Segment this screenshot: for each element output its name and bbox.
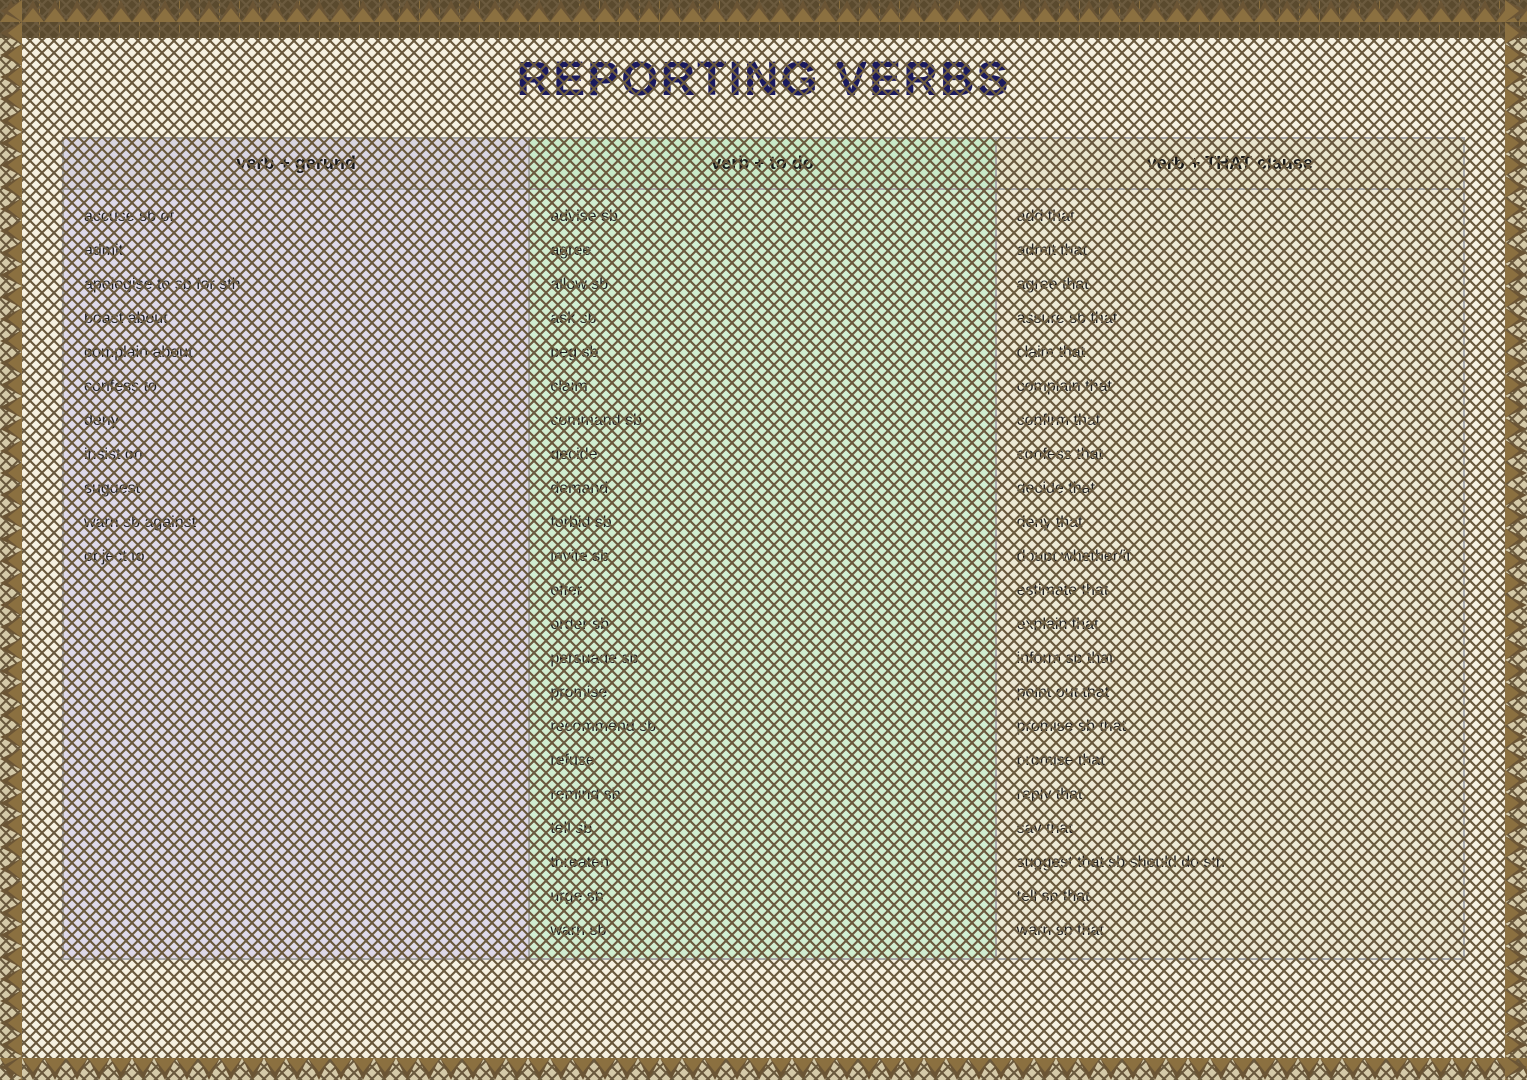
list-item: promise that: [1017, 744, 1443, 778]
list-item: threaten: [550, 846, 974, 880]
col-todo-body: advise sbagreeallow sbask sbbeg sbclaimc…: [530, 190, 996, 958]
list-item: assure sb that: [1017, 302, 1443, 336]
list-item: promise: [550, 676, 974, 710]
list-item: insist on: [84, 438, 508, 472]
list-item: remind sb: [550, 778, 974, 812]
list-item: inform sb that: [1017, 642, 1443, 676]
list-item: confirm that: [1017, 404, 1443, 438]
list-item: deny that: [1017, 506, 1443, 540]
list-item: claim that: [1017, 336, 1443, 370]
list-item: warn sb against: [84, 506, 508, 540]
list-item: admit that: [1017, 234, 1443, 268]
list-item: say that: [1017, 812, 1443, 846]
list-item: add that: [1017, 200, 1443, 234]
main-table: verb + gerund verb + to do verb + THAT c…: [62, 137, 1465, 960]
list-item: tell sb: [550, 812, 974, 846]
list-item: estimate that: [1017, 574, 1443, 608]
table-body: accuse sb ofadmitapologise to sb for sth…: [64, 190, 1463, 958]
outer-border: REPORTING VERBS verb + gerund verb + to …: [0, 0, 1527, 1080]
list-item: admit: [84, 234, 508, 268]
list-item: order sb: [550, 608, 974, 642]
list-item: refuse: [550, 744, 974, 778]
table-header: verb + gerund verb + to do verb + THAT c…: [64, 139, 1463, 190]
list-item: ask sb: [550, 302, 974, 336]
border-top-svg: [0, 0, 1527, 22]
list-item: suggest that sb should do sth: [1017, 846, 1443, 880]
list-item: warn sb that: [1017, 914, 1443, 948]
border-right-svg: [1505, 0, 1527, 1080]
list-item: reply that: [1017, 778, 1443, 812]
page-title: REPORTING VERBS: [516, 52, 1010, 107]
list-item: beg sb: [550, 336, 974, 370]
list-item: suggest: [84, 472, 508, 506]
list-item: deny: [84, 404, 508, 438]
list-item: demand: [550, 472, 974, 506]
list-item: apologise to sb for sth: [84, 268, 508, 302]
list-item: boast about: [84, 302, 508, 336]
list-item: recommend sb: [550, 710, 974, 744]
list-item: agree that: [1017, 268, 1443, 302]
list-item: allow sb: [550, 268, 974, 302]
list-item: invite sb: [550, 540, 974, 574]
list-item: persuade sb: [550, 642, 974, 676]
page-content: REPORTING VERBS verb + gerund verb + to …: [22, 22, 1505, 1058]
list-item: tell sb that: [1017, 880, 1443, 914]
col-gerund-body: accuse sb ofadmitapologise to sb for sth…: [64, 190, 530, 958]
list-item: urge sb: [550, 880, 974, 914]
list-item: promise sb that: [1017, 710, 1443, 744]
list-item: complain that: [1017, 370, 1443, 404]
list-item: agree: [550, 234, 974, 268]
list-item: confess to: [84, 370, 508, 404]
list-item: decide: [550, 438, 974, 472]
list-item: confess that: [1017, 438, 1443, 472]
list-item: warn sb: [550, 914, 974, 948]
border-bottom-svg: [0, 1058, 1527, 1080]
list-item: command sb: [550, 404, 974, 438]
list-item: point out that: [1017, 676, 1443, 710]
list-item: object to: [84, 540, 508, 574]
border-left-svg: [0, 0, 22, 1080]
col-header-that: verb + THAT clause: [997, 139, 1463, 188]
list-item: claim: [550, 370, 974, 404]
list-item: advise sb: [550, 200, 974, 234]
col-header-todo: verb + to do: [530, 139, 996, 188]
list-item: decide that: [1017, 472, 1443, 506]
col-header-gerund: verb + gerund: [64, 139, 530, 188]
list-item: explain that: [1017, 608, 1443, 642]
list-item: accuse sb of: [84, 200, 508, 234]
list-item: offer: [550, 574, 974, 608]
col-that-body: add thatadmit thatagree thatassure sb th…: [997, 190, 1463, 958]
list-item: forbid sb: [550, 506, 974, 540]
list-item: doubt whether/if: [1017, 540, 1443, 574]
list-item: complain about: [84, 336, 508, 370]
